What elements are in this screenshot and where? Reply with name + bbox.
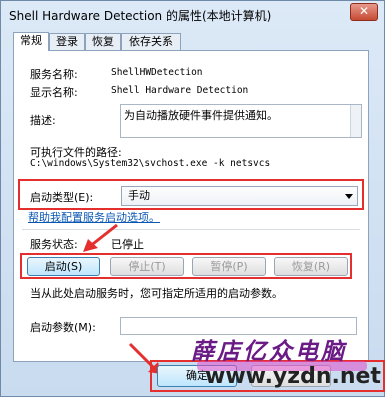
startup-type-value: 手动 xyxy=(128,189,150,202)
resume-button[interactable]: 恢复(R) xyxy=(274,257,348,276)
service-name-label: 服务名称: xyxy=(30,68,78,81)
tab-recovery[interactable]: 恢复 xyxy=(85,33,121,50)
description-box[interactable]: 为自动播放硬件事件提供通知。 xyxy=(120,104,362,138)
start-params-hint: 当从此处启动服务时，您可指定所适用的启动参数。 xyxy=(30,287,283,300)
dialog-title: Shell Hardware Detection 的属性(本地计算机) xyxy=(9,9,272,23)
watermark-brand: 薛店亿众电脑 xyxy=(191,338,347,365)
service-name-value: ShellHWDetection xyxy=(111,67,203,78)
tab-general[interactable]: 常规 xyxy=(13,32,49,51)
start-button[interactable]: 启动(S) xyxy=(27,257,100,276)
description-text: 为自动播放硬件事件提供通知。 xyxy=(124,109,278,122)
stop-button[interactable]: 停止(T) xyxy=(110,257,184,276)
divider xyxy=(22,229,360,230)
startup-type-select[interactable]: 手动 xyxy=(121,186,358,206)
start-params-label: 启动参数(M): xyxy=(30,321,96,334)
chevron-down-icon xyxy=(345,194,353,199)
pause-button[interactable]: 暂停(P) xyxy=(192,257,266,276)
display-name-label: 显示名称: xyxy=(30,86,78,99)
tab-dependencies[interactable]: 依存关系 xyxy=(121,33,181,50)
service-status-label: 服务状态: xyxy=(30,238,78,251)
startup-type-label: 启动类型(E): xyxy=(30,191,94,204)
tab-logon[interactable]: 登录 xyxy=(49,33,85,50)
exe-path-value: C:\windows\System32\svchost.exe -k netsv… xyxy=(30,158,271,169)
arrow-annotation-1 xyxy=(83,223,118,252)
properties-dialog: Shell Hardware Detection 的属性(本地计算机) ✕ 常规… xyxy=(0,0,385,397)
description-label: 描述: xyxy=(30,114,56,127)
general-panel: 服务名称: ShellHWDetection 显示名称: Shell Hardw… xyxy=(13,50,369,362)
watermark-url: www.yzdn.net xyxy=(205,364,381,389)
close-icon[interactable]: ✕ xyxy=(350,3,378,21)
display-name-value: Shell Hardware Detection xyxy=(111,85,249,96)
description-scrollbar[interactable] xyxy=(350,105,361,137)
